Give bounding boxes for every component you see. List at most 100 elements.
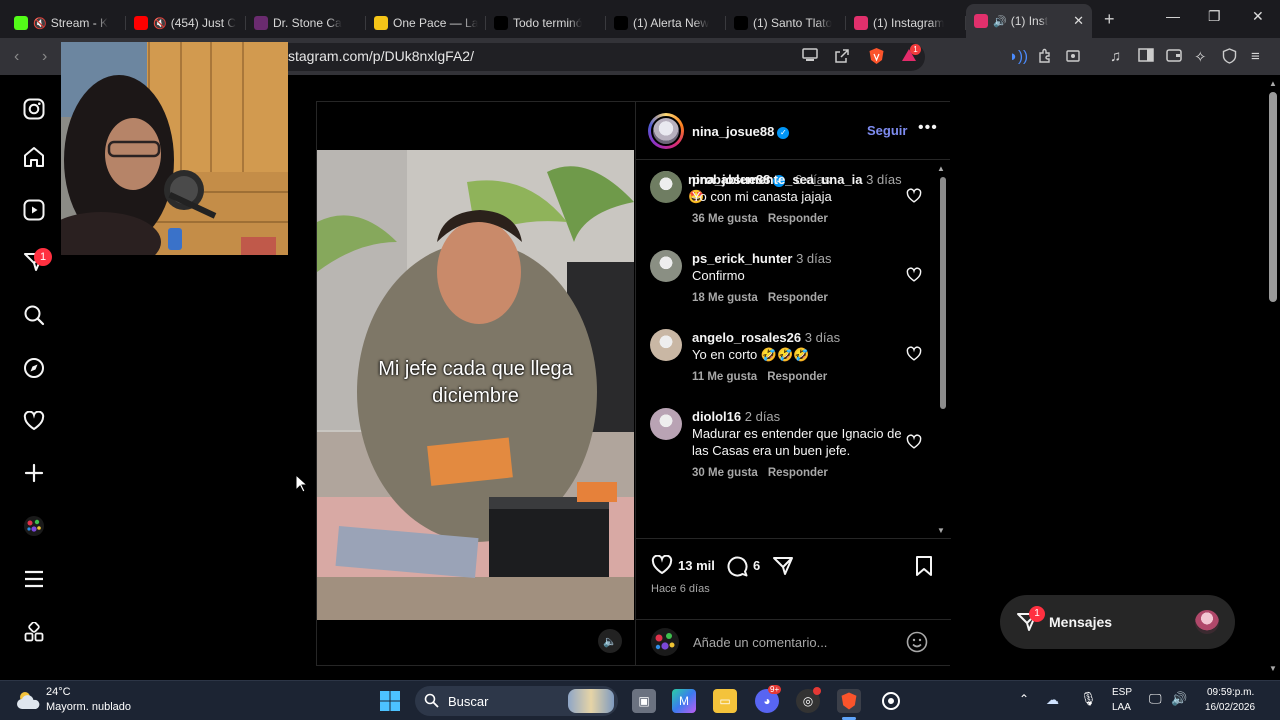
comment-likes[interactable]: 18 Me gusta — [692, 292, 758, 304]
url-text[interactable]: stagram.com/p/DUk8nxlgFA2/ — [288, 48, 474, 64]
comment-reply-button[interactable]: Responder — [768, 292, 828, 304]
task-view-icon[interactable]: ▣ — [632, 689, 656, 713]
search-icon[interactable] — [22, 303, 46, 327]
comment-reply-button[interactable]: Responder — [768, 467, 828, 479]
close-tab-icon[interactable]: ✕ — [1069, 13, 1084, 29]
comment-likes[interactable]: 30 Me gusta — [692, 467, 758, 479]
browser-tab[interactable]: (1) Alerta New — [606, 8, 726, 38]
screenshot-icon[interactable] — [1065, 48, 1081, 68]
page-scroll-thumb[interactable] — [1269, 92, 1277, 302]
reels-icon[interactable] — [22, 198, 46, 222]
browser-tab[interactable]: Dr. Stone Ca — [246, 8, 366, 38]
messages-pill[interactable]: 1 Mensajes — [1000, 595, 1235, 649]
comment-reply-button[interactable]: Responder — [768, 213, 828, 225]
comment-input[interactable]: Añade un comentario... — [693, 635, 827, 650]
comments-scroll-thumb[interactable] — [940, 177, 946, 409]
weather-temp[interactable]: 24°C — [46, 686, 71, 698]
like-count[interactable]: 13 mil — [678, 558, 715, 573]
browser-tab[interactable]: 🔇 (454) Just C — [126, 8, 246, 38]
audio-toggle-button[interactable]: 🔈 — [598, 629, 622, 653]
comment-likes[interactable]: 36 Me gusta — [692, 213, 758, 225]
author-name-wrap[interactable]: nina_josue88 ✓ — [692, 123, 790, 141]
browser-tab[interactable]: One Pace — La — [366, 8, 486, 38]
comment-username[interactable]: angelo_rosales26 — [692, 330, 801, 345]
follow-button[interactable]: Seguir — [867, 123, 907, 138]
media-music-icon[interactable]: ♫ — [1110, 48, 1121, 65]
brave-shields-icon[interactable] — [868, 47, 885, 69]
comment-username[interactable]: diolol16 — [692, 409, 741, 424]
show-hidden-icons[interactable]: ⌃ — [1019, 692, 1029, 706]
browser-tab[interactable]: 🔇 Stream - K — [6, 8, 126, 38]
comment-time[interactable]: 3 días — [805, 330, 840, 345]
scroll-up-arrow-icon[interactable]: ▲ — [937, 164, 945, 173]
post-date[interactable]: Hace 6 días — [651, 583, 710, 595]
language-line2[interactable]: LAA — [1112, 702, 1131, 713]
share-send-icon[interactable] — [772, 555, 794, 582]
vpn-shield-icon[interactable] — [1222, 48, 1237, 68]
browser-tab[interactable]: (1) Instagram — [846, 8, 966, 38]
extensions-puzzle-icon[interactable] — [1037, 48, 1053, 68]
more-options-icon[interactable]: ••• — [918, 119, 938, 137]
microphone-icon[interactable]: 🎙 — [1080, 691, 1097, 707]
sidebar-speed-reader-icon[interactable]: ◗)) — [1009, 48, 1028, 65]
instagram-logo-icon[interactable] — [22, 97, 46, 121]
maximize-button[interactable]: ❐ — [1208, 8, 1221, 25]
commenter-avatar[interactable] — [650, 250, 682, 282]
comment-like-heart-icon[interactable] — [906, 434, 922, 450]
commenter-avatar[interactable] — [650, 408, 682, 440]
comment-time[interactable]: 3 días — [796, 251, 831, 266]
clock-time[interactable]: 09:59:p.m. — [1207, 687, 1254, 698]
leo-ai-icon[interactable]: ✧ — [1194, 48, 1207, 66]
file-explorer-icon[interactable]: ▭ — [713, 689, 737, 713]
back-button[interactable]: ‹ — [14, 48, 19, 66]
wallet-icon[interactable] — [1166, 48, 1182, 66]
tab-muted-icon[interactable]: 🔇 — [153, 17, 167, 30]
comment-username[interactable]: ps_erick_hunter — [692, 251, 792, 266]
also-from-meta-icon[interactable] — [22, 620, 46, 644]
commenter-avatar[interactable] — [650, 171, 682, 203]
cast-icon[interactable] — [802, 48, 818, 66]
home-icon[interactable] — [22, 145, 46, 169]
comment-like-heart-icon[interactable] — [906, 346, 922, 362]
emoji-picker-icon[interactable] — [906, 631, 928, 658]
create-plus-icon[interactable] — [22, 461, 46, 485]
network-icon[interactable]: 🖵 — [1149, 691, 1162, 707]
explore-icon[interactable] — [22, 356, 46, 380]
reel-video[interactable]: Mi jefe cada que llega diciembre 🔈 — [317, 102, 634, 665]
sidebar-toggle-icon[interactable] — [1138, 48, 1154, 66]
profile-avatar-icon[interactable] — [22, 514, 46, 538]
close-window-button[interactable]: ✕ — [1252, 8, 1264, 25]
author-avatar[interactable] — [651, 116, 681, 146]
microsoft-365-icon[interactable]: M — [672, 689, 696, 713]
scroll-down-arrow-icon[interactable]: ▼ — [937, 526, 945, 535]
tab-muted-icon[interactable]: 🔇 — [33, 17, 47, 30]
comment-like-heart-icon[interactable] — [906, 188, 922, 204]
author-username[interactable]: nina_josue88 — [692, 124, 774, 139]
save-bookmark-icon[interactable] — [915, 555, 933, 582]
more-menu-icon[interactable] — [22, 567, 46, 591]
minimize-button[interactable]: — — [1166, 8, 1180, 24]
tab-audio-icon[interactable]: 🔊 — [993, 15, 1007, 28]
like-heart-icon[interactable] — [651, 554, 673, 580]
comment-reply-button[interactable]: Responder — [767, 371, 827, 383]
browser-tab[interactable]: Todo terminó — [486, 8, 606, 38]
weather-desc[interactable]: Mayorm. nublado — [46, 701, 131, 713]
browser-tab[interactable]: (1) Santo Tlato — [726, 8, 846, 38]
comment-time[interactable]: 2 días — [745, 409, 780, 424]
windows-start-icon[interactable] — [378, 689, 402, 713]
brave-taskbar-icon[interactable] — [837, 689, 861, 713]
onedrive-cloud-icon[interactable]: ☁ — [1046, 692, 1059, 708]
browser-menu-icon[interactable]: ≡ — [1251, 48, 1260, 65]
forward-button[interactable]: › — [42, 48, 47, 66]
comment-time[interactable]: 3 días — [866, 172, 901, 187]
volume-icon[interactable]: 🔊 — [1171, 691, 1187, 707]
language-line1[interactable]: ESP — [1112, 687, 1132, 698]
notifications-heart-icon[interactable] — [22, 409, 46, 433]
browser-tab[interactable]: 🔊 (1) Inst ✕ — [966, 4, 1092, 38]
comment-bubble-icon[interactable] — [726, 555, 748, 582]
page-scroll-down-icon[interactable]: ▼ — [1269, 664, 1277, 673]
page-scrollbar[interactable]: ▲ ▼ — [1266, 75, 1280, 678]
share-icon[interactable] — [834, 48, 850, 68]
clock-date[interactable]: 16/02/2026 — [1205, 702, 1255, 713]
comment-like-heart-icon[interactable] — [906, 267, 922, 283]
